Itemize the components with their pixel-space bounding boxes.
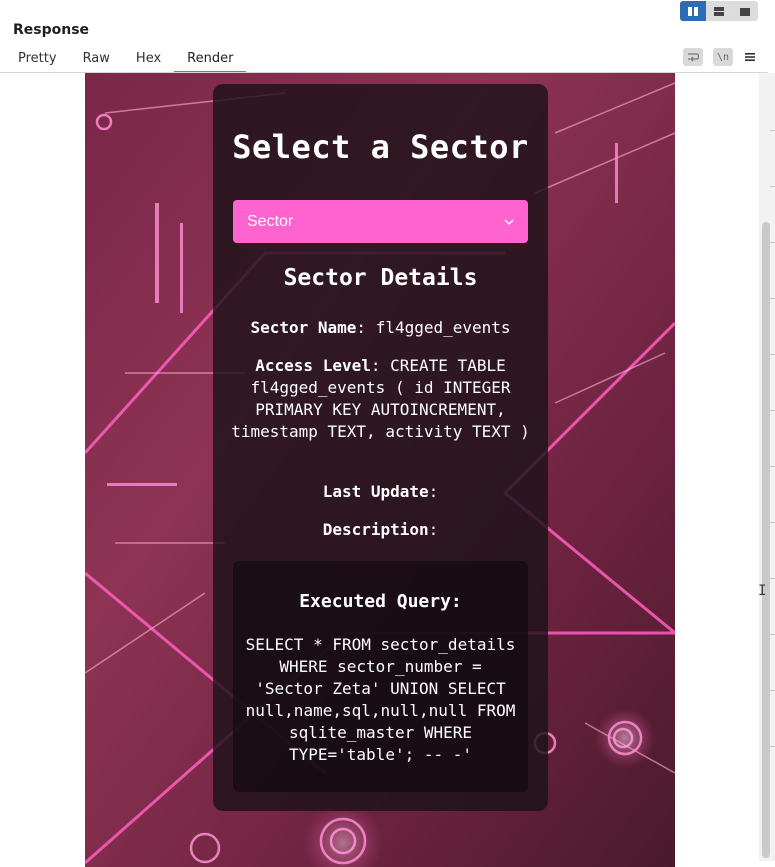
panel-title: Response [13,22,90,38]
executed-query-text: SELECT * FROM sector_details WHERE secto… [245,635,516,764]
panel-edge [770,100,775,860]
tab-hex[interactable]: Hex [123,47,174,73]
panel-tools: \n [683,48,757,66]
tab-raw[interactable]: Raw [70,47,123,73]
executed-query-title: Executed Query: [299,591,462,612]
last-update-row: Last Update: [322,482,439,501]
chevron-down-icon [504,218,514,225]
sector-card: Select a Sector Sector Sector Details Se… [213,84,548,811]
show-newlines-icon[interactable]: \n [713,48,733,66]
wrap-lines-icon[interactable] [683,48,703,66]
split-horizontal-icon[interactable] [680,1,706,21]
details-heading: Sector Details [283,265,478,291]
description-label: Description [322,520,429,539]
render-view: Select a Sector Sector Sector Details Se… [85,73,675,867]
layout-toggle [680,1,758,21]
description-row: Description: [322,520,439,539]
response-panel-header: Response Pretty Raw Hex Render \n [0,0,775,73]
text-cursor-icon: I [758,583,767,599]
page-title: Select a Sector [232,128,529,166]
sector-select[interactable]: Sector [233,200,528,243]
scrollbar-thumb[interactable] [762,222,770,858]
single-pane-icon[interactable] [732,1,758,21]
split-vertical-icon[interactable] [706,1,732,21]
access-level-label: Access Level [255,356,371,375]
sector-select-value: Sector [247,212,294,230]
response-tabs: Pretty Raw Hex Render [5,47,247,73]
tab-pretty[interactable]: Pretty [5,47,70,73]
access-level-row: Access Level: CREATE TABLE fl4gged_event… [231,356,530,441]
sector-name-row: Sector Name: fl4gged_events [250,318,511,337]
executed-query-box: Executed Query: SELECT * FROM sector_det… [233,561,528,792]
tab-render[interactable]: Render [174,47,247,73]
last-update-label: Last Update [322,482,429,501]
menu-icon[interactable] [743,48,757,66]
sector-name-label: Sector Name [250,318,357,337]
sector-name-value: fl4gged_events [375,318,511,337]
